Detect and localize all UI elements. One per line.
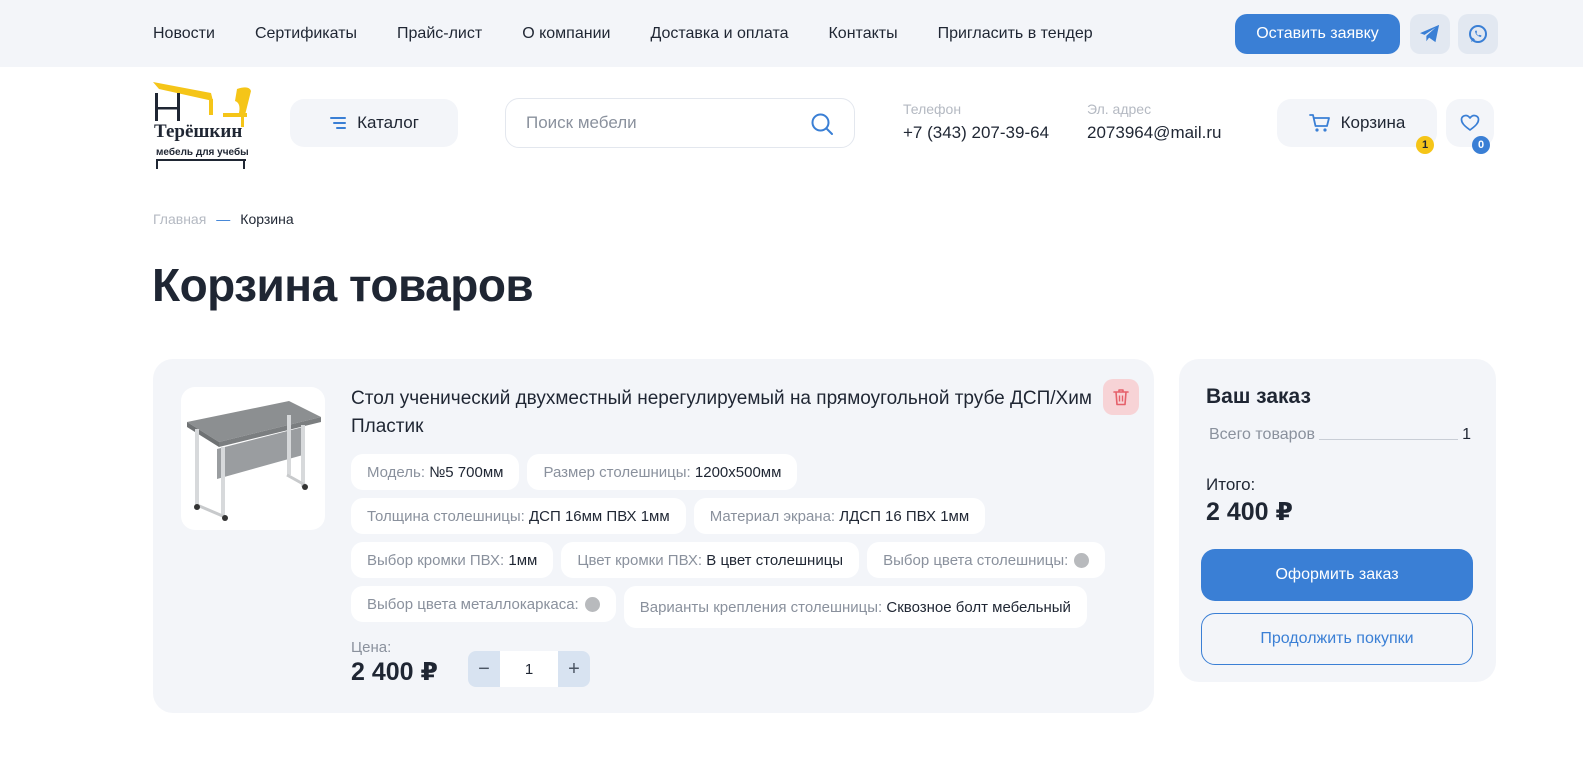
- dotted-leader: [1318, 439, 1459, 440]
- menu-icon: [330, 117, 347, 129]
- total-label: Итого:: [1206, 475, 1256, 494]
- attr-frame-color: Выбор цвета металлокаркаса:: [351, 586, 616, 622]
- nav-link-contacts[interactable]: Контакты: [828, 25, 897, 43]
- product-name[interactable]: Стол ученический двухместный нерегулируе…: [351, 385, 1096, 441]
- checkout-button[interactable]: Оформить заказ: [1201, 549, 1473, 601]
- continue-shopping-button[interactable]: Продолжить покупки: [1201, 613, 1473, 665]
- product-attributes: Модель: №5 700мм Размер столешницы: 1200…: [351, 454, 1111, 628]
- delete-item-button[interactable]: [1103, 379, 1139, 415]
- attr-edge-type: Выбор кромки ПВХ: 1мм: [351, 542, 554, 578]
- top-nav: Новости Сертификаты Прайс-лист О компани…: [153, 0, 1093, 67]
- leave-request-button[interactable]: Оставить заявку: [1235, 14, 1400, 54]
- attr-top-mounting: Варианты крепления столешницы: Сквозное …: [623, 586, 1087, 628]
- attr-edge-color: Цвет кромки ПВХ: В цвет столешницы: [561, 542, 860, 578]
- nav-link-certificates[interactable]: Сертификаты: [255, 25, 357, 43]
- email-label: Эл. адрес: [1087, 101, 1152, 117]
- summary-items-row: Всего товаров 1: [1209, 426, 1471, 444]
- logo-tagline: мебель для учебы: [156, 146, 249, 158]
- summary-items-count: 1: [1462, 426, 1471, 443]
- catalog-label: Каталог: [357, 113, 419, 132]
- logo-wordmark: Терёшкин: [154, 121, 242, 142]
- nav-link-price-list[interactable]: Прайс-лист: [397, 25, 482, 43]
- nav-link-delivery[interactable]: Доставка и оплата: [650, 25, 788, 43]
- quantity-input[interactable]: [500, 651, 558, 687]
- attr-screen-material: Материал экрана: ЛДСП 16 ПВХ 1мм: [693, 498, 986, 534]
- cart-count-badge: 1: [1416, 136, 1434, 154]
- color-swatch: [584, 596, 600, 612]
- cart-item-card: Стол ученический двухместный нерегулируе…: [153, 359, 1154, 713]
- whatsapp-icon: [1469, 25, 1487, 43]
- summary-title: Ваш заказ: [1206, 385, 1311, 408]
- search-icon[interactable]: [810, 112, 834, 136]
- nav-link-tender[interactable]: Пригласить в тендер: [938, 25, 1093, 43]
- telegram-button[interactable]: [1410, 14, 1450, 54]
- whatsapp-button[interactable]: [1458, 14, 1498, 54]
- site-logo[interactable]: Терёшкин мебель для учебы: [153, 79, 257, 171]
- phone-link[interactable]: +7 (343) 207-39-64: [903, 123, 1049, 143]
- attr-top-thickness: Толщина столешницы: ДСП 16мм ПВХ 1мм: [351, 498, 686, 534]
- price-label: Цена:: [351, 639, 392, 656]
- cart-label: Корзина: [1340, 113, 1406, 132]
- breadcrumb-current: Корзина: [240, 211, 294, 227]
- increase-quantity-button[interactable]: +: [558, 651, 590, 687]
- cart-icon: [1308, 114, 1330, 132]
- order-summary: Ваш заказ Всего товаров 1 Итого: 2 400 ₽…: [1179, 359, 1496, 682]
- item-price: 2 400 ₽: [351, 658, 438, 686]
- attr-top-size: Размер столешницы: 1200x500мм: [527, 454, 798, 490]
- breadcrumb-home[interactable]: Главная: [153, 211, 206, 227]
- logo-image: Терёшкин мебель для учебы: [153, 82, 251, 169]
- product-thumbnail[interactable]: [181, 387, 325, 530]
- color-swatch: [1074, 552, 1090, 568]
- search-input[interactable]: [526, 111, 796, 135]
- breadcrumb: Главная — Корзина: [153, 211, 294, 227]
- phone-label: Телефон: [903, 101, 962, 117]
- attr-model: Модель: №5 700мм: [351, 454, 520, 490]
- cart-button[interactable]: Корзина: [1277, 99, 1437, 147]
- email-link[interactable]: 2073964@mail.ru: [1087, 123, 1221, 143]
- decrease-quantity-button[interactable]: −: [468, 651, 500, 687]
- summary-items-label: Всего товаров: [1209, 426, 1315, 443]
- heart-icon: [1460, 114, 1480, 131]
- attr-top-color: Выбор цвета столешницы:: [867, 542, 1106, 578]
- breadcrumb-separator: —: [216, 211, 231, 227]
- quantity-stepper: − +: [468, 651, 590, 687]
- page-title: Корзина товаров: [152, 259, 534, 311]
- desk-image: [187, 401, 321, 521]
- nav-link-news[interactable]: Новости: [153, 25, 215, 43]
- nav-link-about[interactable]: О компании: [522, 25, 610, 43]
- catalog-button[interactable]: Каталог: [290, 99, 458, 147]
- top-bar: Новости Сертификаты Прайс-лист О компани…: [0, 0, 1583, 67]
- total-value: 2 400 ₽: [1206, 498, 1293, 526]
- telegram-icon: [1420, 24, 1440, 43]
- search-box: [505, 98, 855, 148]
- favorites-count-badge: 0: [1472, 136, 1490, 154]
- trash-icon: [1113, 389, 1129, 406]
